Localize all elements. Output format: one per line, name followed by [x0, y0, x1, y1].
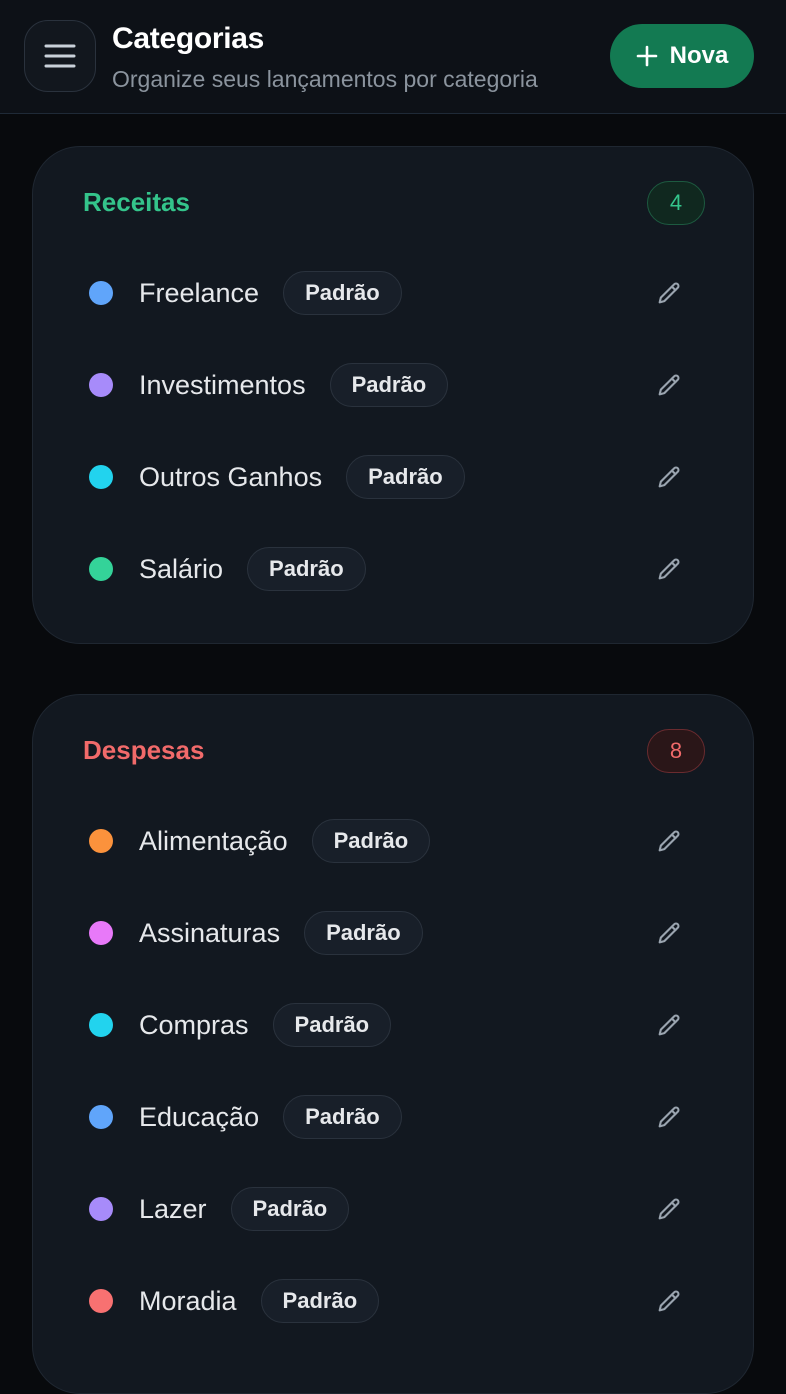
- plus-icon: [636, 45, 657, 67]
- category-row: Salário Padrão: [33, 523, 755, 615]
- edit-button[interactable]: [649, 273, 689, 313]
- category-color-dot: [89, 1289, 113, 1313]
- category-color-dot: [89, 557, 113, 581]
- default-tag: Padrão: [346, 455, 465, 499]
- hamburger-menu-icon: [44, 44, 76, 68]
- new-category-button[interactable]: Nova: [610, 24, 754, 88]
- pencil-icon: [658, 466, 680, 488]
- default-tag: Padrão: [230, 1187, 350, 1231]
- edit-button[interactable]: [649, 549, 689, 589]
- category-row: Moradia Padrão: [33, 1255, 755, 1347]
- edit-button[interactable]: [649, 1281, 689, 1321]
- category-color-dot: [89, 829, 113, 853]
- count-badge: 8: [647, 729, 705, 773]
- default-tag: Padrão: [311, 819, 431, 863]
- pencil-icon: [658, 1198, 680, 1220]
- edit-button[interactable]: [649, 1189, 689, 1229]
- category-color-dot: [89, 1197, 113, 1221]
- category-row: Outros Ganhos Padrão: [33, 431, 755, 523]
- category-row: Investimentos Padrão: [33, 339, 755, 431]
- edit-button[interactable]: [649, 457, 689, 497]
- menu-button[interactable]: [24, 20, 96, 92]
- category-name: Educação: [139, 1101, 260, 1132]
- income-categories-card: Receitas 4 Freelance Padrão Investimento…: [32, 146, 754, 644]
- default-tag: Padrão: [247, 547, 366, 591]
- edit-button[interactable]: [649, 1097, 689, 1137]
- category-color-dot: [89, 1013, 113, 1037]
- pencil-icon: [658, 282, 680, 304]
- page-subtitle: Organize seus lançamentos por categoria: [112, 66, 538, 92]
- app-header: Categorias Organize seus lançamentos por…: [0, 0, 786, 114]
- category-name: Compras: [139, 1009, 249, 1040]
- default-tag: Padrão: [272, 1003, 392, 1047]
- category-name: Freelance: [139, 277, 260, 308]
- category-color-dot: [89, 465, 113, 489]
- pencil-icon: [658, 1106, 680, 1128]
- pencil-icon: [658, 1290, 680, 1312]
- category-row: Freelance Padrão: [33, 247, 755, 339]
- category-row: Assinaturas Padrão: [33, 887, 755, 979]
- section-title: Receitas: [83, 187, 190, 217]
- edit-button[interactable]: [649, 821, 689, 861]
- category-row: Alimentação Padrão: [33, 795, 755, 887]
- category-name: Lazer: [139, 1193, 207, 1224]
- expense-categories-card: Despesas 8 Alimentação Padrão Assinatura…: [32, 694, 754, 1394]
- category-name: Assinaturas: [139, 917, 281, 948]
- default-tag: Padrão: [283, 271, 402, 315]
- edit-button[interactable]: [649, 913, 689, 953]
- category-color-dot: [89, 921, 113, 945]
- pencil-icon: [658, 922, 680, 944]
- default-tag: Padrão: [304, 911, 423, 955]
- category-row: Lazer Padrão: [33, 1163, 755, 1255]
- pencil-icon: [658, 1014, 680, 1036]
- page-title: Categorias: [112, 22, 265, 55]
- edit-button[interactable]: [649, 365, 689, 405]
- category-name: Investimentos: [139, 369, 306, 400]
- default-tag: Padrão: [329, 363, 449, 407]
- pencil-icon: [658, 558, 680, 580]
- pencil-icon: [658, 830, 680, 852]
- default-tag: Padrão: [260, 1279, 380, 1323]
- category-color-dot: [89, 281, 113, 305]
- section-title: Despesas: [83, 735, 205, 765]
- count-badge: 4: [647, 181, 705, 225]
- category-row: Compras Padrão: [33, 979, 755, 1071]
- edit-button[interactable]: [649, 1005, 689, 1045]
- category-name: Salário: [139, 553, 224, 584]
- category-row: Educação Padrão: [33, 1071, 755, 1163]
- default-tag: Padrão: [283, 1095, 402, 1139]
- pencil-icon: [658, 374, 680, 396]
- new-button-label: Nova: [669, 42, 729, 69]
- category-name: Moradia: [139, 1285, 237, 1316]
- category-color-dot: [89, 373, 113, 397]
- category-name: Outros Ganhos: [139, 461, 323, 492]
- category-color-dot: [89, 1105, 113, 1129]
- category-name: Alimentação: [139, 825, 288, 856]
